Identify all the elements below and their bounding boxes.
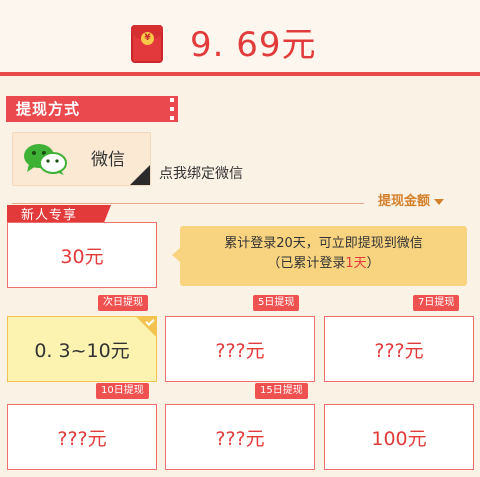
balance-amount: 9. 69元	[190, 25, 317, 65]
balance-header: ¥ 9. 69元	[0, 0, 480, 74]
option-value: 0. 3~10元	[34, 339, 130, 362]
withdraw-option-card[interactable]: 0. 3~10元	[7, 316, 157, 382]
option-value: ???元	[215, 339, 265, 362]
option-badge: 7日提现	[413, 295, 460, 311]
bind-wechat-link[interactable]: 点我绑定微信	[159, 164, 243, 184]
option-badge: 5日提现	[253, 295, 300, 311]
wechat-label: 微信	[91, 150, 125, 170]
withdraw-option-card[interactable]: ???元	[165, 404, 315, 470]
newbie-option-card[interactable]: 30元	[7, 222, 157, 288]
option-badge: 10日提现	[96, 383, 149, 399]
wechat-icon	[24, 144, 67, 175]
wechat-method-button[interactable]: 微信	[12, 132, 151, 186]
corner-marker	[130, 165, 150, 185]
withdraw-amount-text: 提现金额	[378, 194, 431, 209]
ribbon-dots-decoration	[170, 98, 176, 120]
option-badge: 15日提现	[255, 383, 308, 399]
option-value: ???元	[57, 427, 107, 450]
section-title: 提现方式	[16, 100, 81, 118]
caret-down-icon	[434, 198, 445, 205]
withdraw-option-card[interactable]: ???元	[7, 404, 157, 470]
withdraw-option-card[interactable]: 100元	[324, 404, 474, 470]
tip-line-1: 累计登录20天，可立即提现到微信	[224, 236, 423, 251]
option-badge: 次日提现	[98, 295, 148, 311]
withdraw-option-card[interactable]: ???元	[324, 316, 474, 382]
option-value: 100元	[371, 427, 427, 450]
red-packet-icon: ¥	[131, 25, 163, 63]
section-ribbon: 提现方式	[6, 96, 178, 122]
withdraw-option-card[interactable]: ???元	[165, 316, 315, 382]
tip-line-2: （已累计登录1天）	[267, 256, 380, 271]
header-divider	[0, 72, 480, 76]
section-divider	[12, 203, 364, 204]
option-value: ???元	[215, 427, 265, 450]
login-tip-bubble: 累计登录20天，可立即提现到微信 （已累计登录1天）	[172, 226, 467, 286]
option-value: 30元	[60, 245, 104, 268]
option-value: ???元	[374, 339, 424, 362]
check-icon	[135, 316, 157, 338]
withdraw-amount-label: 提现金额	[378, 193, 445, 211]
